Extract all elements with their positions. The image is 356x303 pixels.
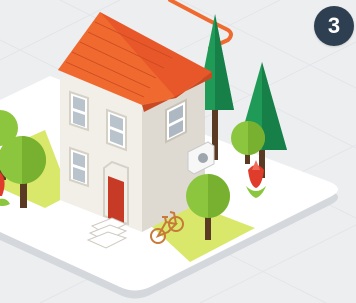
utility-pipe [168,0,233,50]
front-door [103,160,129,226]
isometric-house-illustration [0,0,356,303]
window [69,146,89,188]
window [106,108,127,152]
step-number-badge: 3 [314,6,354,46]
window [69,90,89,132]
